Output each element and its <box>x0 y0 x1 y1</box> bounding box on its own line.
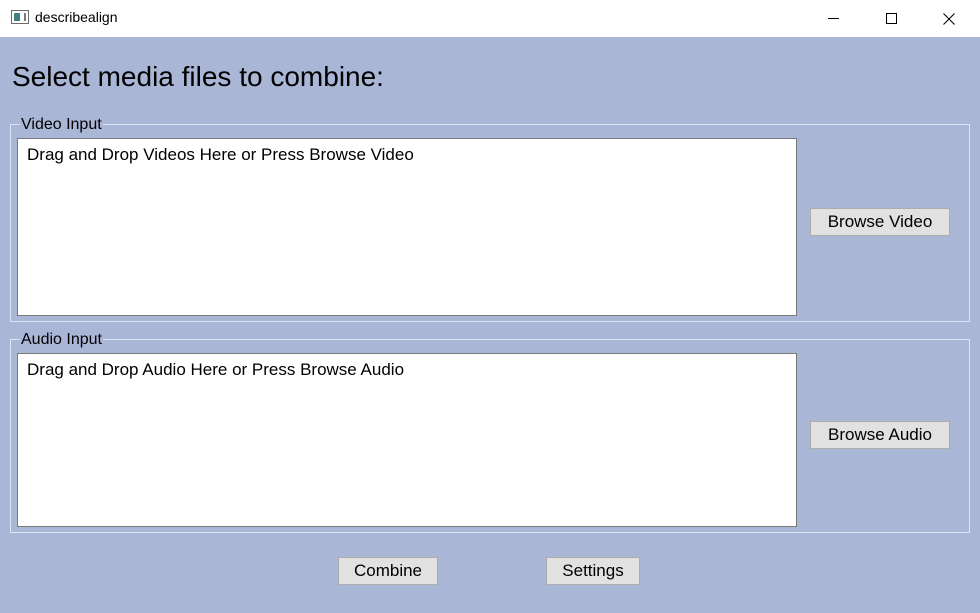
window-client-area: Select media files to combine: Video Inp… <box>0 37 980 613</box>
video-drop-hint: Drag and Drop Videos Here or Press Brows… <box>27 145 414 164</box>
video-drop-zone[interactable]: Drag and Drop Videos Here or Press Brows… <box>17 138 797 316</box>
audio-input-label: Audio Input <box>20 331 103 349</box>
browse-audio-button[interactable]: Browse Audio <box>810 421 950 449</box>
browse-video-button[interactable]: Browse Video <box>810 208 950 236</box>
audio-drop-zone[interactable]: Drag and Drop Audio Here or Press Browse… <box>17 353 797 527</box>
settings-button[interactable]: Settings <box>546 557 640 585</box>
audio-input-group: Audio Input Drag and Drop Audio Here or … <box>10 331 970 533</box>
maximize-icon <box>885 13 897 24</box>
video-input-label: Video Input <box>20 116 103 134</box>
page-title: Select media files to combine: <box>12 61 384 92</box>
app-window-icon <box>11 10 29 24</box>
combine-button[interactable]: Combine <box>338 557 438 585</box>
title-bar: describealign <box>0 0 980 37</box>
video-input-group: Video Input Drag and Drop Videos Here or… <box>10 116 970 322</box>
audio-drop-hint: Drag and Drop Audio Here or Press Browse… <box>27 360 405 379</box>
maximize-button[interactable] <box>862 0 920 37</box>
minimize-icon <box>827 18 839 19</box>
close-icon <box>943 12 955 25</box>
window-title: describealign <box>35 9 118 25</box>
close-button[interactable] <box>920 0 978 37</box>
minimize-button[interactable] <box>804 0 862 37</box>
